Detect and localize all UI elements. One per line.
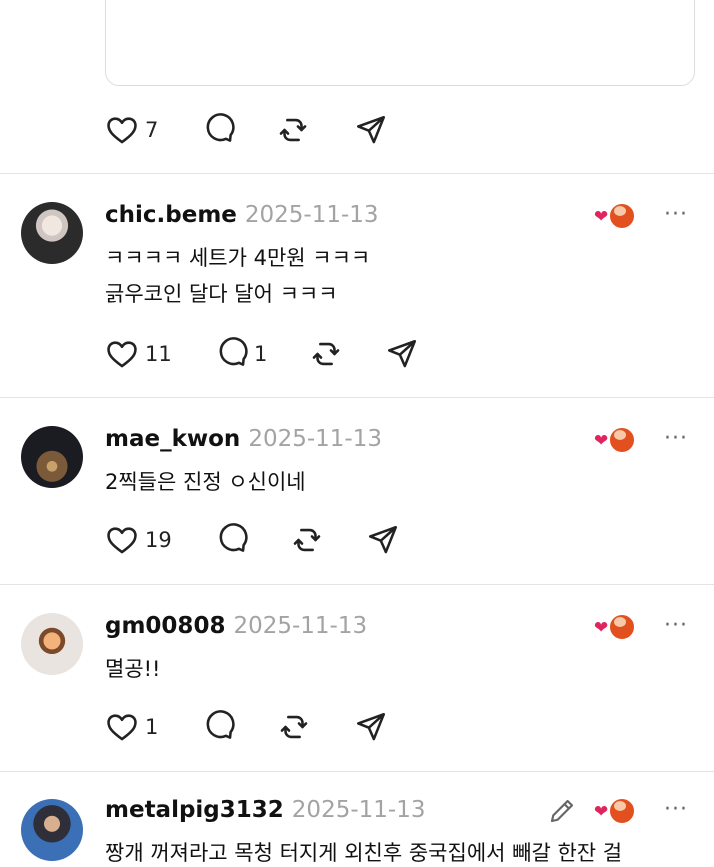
like-count: 1 [145, 715, 159, 739]
comment-header: metalpig3132 2025-11-13 [105, 797, 425, 823]
comment-date: 2025-11-13 [248, 426, 382, 452]
send-icon [368, 525, 398, 554]
like-button[interactable]: 19 [105, 520, 172, 560]
reply-count: 1 [254, 342, 268, 366]
comment-date: 2025-11-13 [244, 202, 379, 228]
avatar[interactable] [21, 426, 83, 488]
username[interactable]: mae_kwon [105, 426, 240, 452]
heart-outline-icon [107, 341, 137, 368]
comment-header: gm00808 2025-11-13 [105, 613, 367, 639]
username[interactable]: gm00808 [105, 613, 225, 639]
like-count: 19 [145, 528, 172, 552]
repost-icon [312, 342, 340, 366]
liked-by-author-icon: ❤ [594, 426, 636, 456]
comment-text-line: 짱개 꺼져라고 목청 터지게 외친후 중국집에서 빼갈 한잔 걸 [105, 841, 623, 865]
comment-text-line: 멸공!! [105, 657, 161, 681]
send-icon [356, 115, 386, 144]
reply-button[interactable] [214, 520, 248, 560]
comment-date: 2025-11-13 [233, 613, 368, 639]
heart-outline-icon [107, 714, 137, 741]
send-icon [356, 712, 386, 741]
like-button[interactable]: 1 [105, 707, 158, 747]
pencil-icon[interactable] [547, 796, 577, 826]
share-button[interactable] [366, 520, 400, 560]
reply-button[interactable] [201, 110, 235, 150]
more-dots-icon[interactable]: ··· [664, 426, 688, 451]
speech-bubble-icon [219, 523, 248, 552]
share-button[interactable] [354, 110, 388, 150]
avatar[interactable] [21, 799, 83, 861]
heart-outline-icon [107, 527, 137, 554]
comment-text-line: ㅋㅋㅋㅋ 세트가 4만원 ㅋㅋㅋ [105, 246, 371, 270]
repost-button[interactable] [290, 520, 324, 560]
avatar[interactable] [21, 202, 83, 264]
username[interactable]: chic.beme [105, 202, 237, 228]
share-button[interactable] [354, 707, 388, 747]
more-dots-icon[interactable]: ··· [664, 797, 688, 822]
liked-by-author-icon: ❤ [594, 797, 636, 827]
like-count: 11 [145, 342, 172, 366]
comment-actions: 19 [0, 520, 714, 560]
repost-button[interactable] [309, 334, 343, 374]
comment-header: mae_kwon 2025-11-13 [105, 426, 382, 452]
repost-icon [293, 528, 321, 552]
repost-button[interactable] [277, 707, 311, 747]
comment-item: chic.beme 2025-11-13 ❤ ··· ㅋㅋㅋㅋ 세트가 4만원 ㅋ… [0, 174, 714, 397]
comment-item: mae_kwon 2025-11-13 ❤ ··· 2찍들은 진정 ㅇ신이네 19 [0, 398, 714, 584]
send-icon [387, 339, 417, 368]
reply-button[interactable]: 1 [214, 334, 267, 374]
username[interactable]: metalpig3132 [105, 797, 284, 823]
post-actions: 7 [0, 110, 714, 150]
heart-outline-icon [107, 117, 137, 144]
reply-button[interactable] [201, 707, 235, 747]
media-card[interactable] [105, 0, 695, 86]
comment-header: chic.beme 2025-11-13 [105, 202, 379, 228]
repost-icon [279, 118, 307, 142]
liked-by-author-icon: ❤ [594, 613, 636, 643]
speech-bubble-icon [206, 710, 235, 739]
avatar[interactable] [21, 613, 83, 675]
comment-text-line: 긁우코인 달다 달어 ㅋㅋㅋ [105, 282, 338, 306]
like-button[interactable]: 11 [105, 334, 172, 374]
comment-date: 2025-11-13 [291, 797, 426, 823]
liked-by-author-icon: ❤ [594, 202, 636, 232]
comment-actions: 1 [0, 707, 714, 747]
more-dots-icon[interactable]: ··· [664, 202, 688, 227]
comment-item: gm00808 2025-11-13 ❤ ··· 멸공!! 1 [0, 585, 714, 771]
share-button[interactable] [385, 334, 419, 374]
comment-actions: 11 1 [0, 334, 714, 374]
speech-bubble-icon [206, 113, 235, 142]
repost-icon [280, 715, 308, 739]
like-count: 7 [145, 118, 159, 142]
comment-item: metalpig3132 2025-11-13 ❤ ··· 짱개 꺼져라고 목청 … [0, 772, 714, 867]
like-button[interactable]: 7 [105, 110, 158, 150]
speech-bubble-icon [219, 337, 248, 366]
repost-button[interactable] [276, 110, 310, 150]
comment-text-line: 2찍들은 진정 ㅇ신이네 [105, 470, 306, 494]
more-dots-icon[interactable]: ··· [664, 613, 688, 638]
